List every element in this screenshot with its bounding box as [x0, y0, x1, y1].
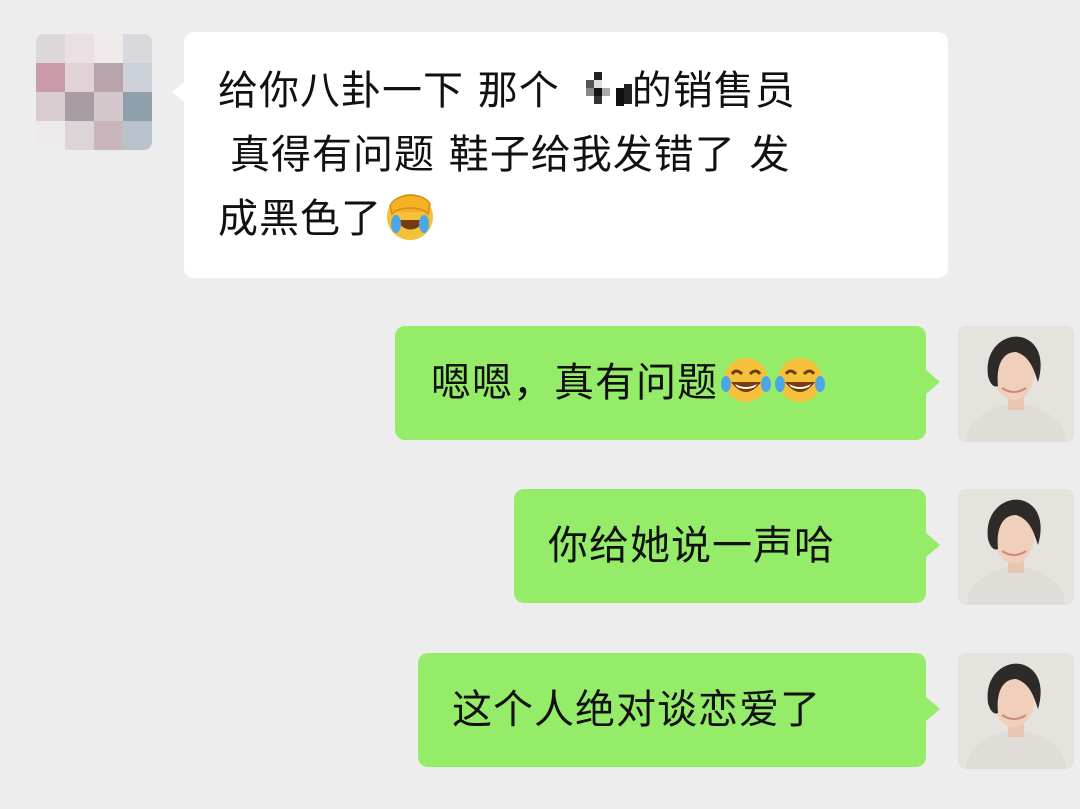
chat-thread: 给你八卦一下 那个 的销售员 真得有问题 鞋子给我发错了 发 成黑色了 嗯嗯，真有…	[0, 0, 1080, 809]
user-photo-avatar	[958, 326, 1074, 442]
tears-of-joy-emoji-icon	[720, 354, 772, 406]
face-palm-emoji-icon	[384, 190, 436, 242]
my-avatar[interactable]	[958, 489, 1074, 605]
outgoing-message-text: 你给她说一声哈	[548, 523, 835, 569]
outgoing-message-text: 这个人绝对谈恋爱了	[452, 687, 821, 733]
incoming-message-bubble[interactable]: 给你八卦一下 那个 的销售员 真得有问题 鞋子给我发错了 发 成黑色了	[184, 32, 948, 278]
redacted-name-mask	[560, 70, 638, 110]
user-photo-avatar	[958, 489, 1074, 605]
tears-of-joy-emoji-icon	[774, 354, 826, 406]
outgoing-message-bubble[interactable]: 嗯嗯，真有问题	[395, 326, 926, 440]
contact-avatar[interactable]	[36, 34, 152, 150]
outgoing-bubble-tail	[926, 370, 940, 394]
my-avatar[interactable]	[958, 326, 1074, 442]
pixelated-avatar-image	[36, 34, 152, 150]
outgoing-message-bubble[interactable]: 你给她说一声哈	[514, 489, 926, 603]
incoming-message-line-1: 给你八卦一下 那个 的销售员	[218, 68, 796, 114]
outgoing-bubble-tail	[926, 533, 940, 557]
incoming-message-line-2: 真得有问题 鞋子给我发错了 发	[230, 132, 791, 178]
incoming-message-line-3: 成黑色了	[218, 187, 928, 251]
user-photo-avatar	[958, 653, 1074, 769]
outgoing-message-text: 嗯嗯，真有问题	[431, 351, 906, 415]
outgoing-message-bubble[interactable]: 这个人绝对谈恋爱了	[418, 653, 926, 767]
outgoing-bubble-tail	[926, 697, 940, 721]
my-avatar[interactable]	[958, 653, 1074, 769]
